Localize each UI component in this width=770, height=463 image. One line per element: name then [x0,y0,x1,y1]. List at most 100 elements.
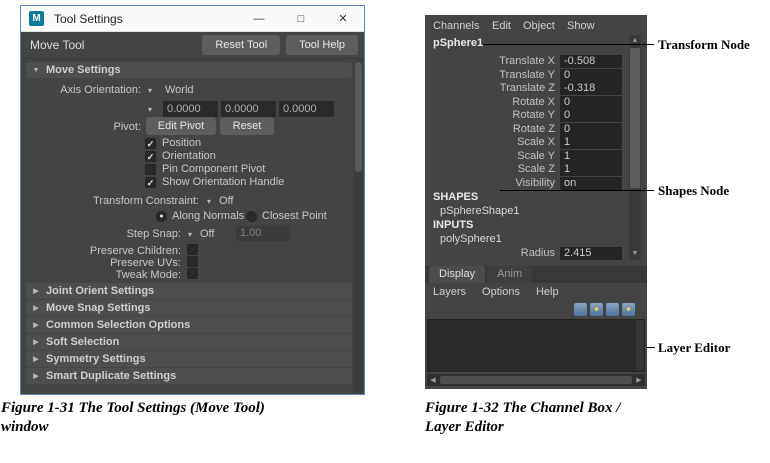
window-titlebar[interactable]: M Tool Settings — □ ✕ [21,6,364,32]
axis-x-field[interactable]: 0.0000 [163,101,218,117]
vertical-scrollbar[interactable] [354,60,363,393]
scroll-right-icon[interactable]: ▶ [633,376,645,384]
attribute-label: Rotate Z [425,123,555,135]
maximize-icon[interactable]: □ [280,6,322,31]
tool-settings-window: M Tool Settings — □ ✕ Move Tool Reset To… [20,5,365,395]
collapsed-arrow-icon: ▶ [26,321,46,329]
tab-anim[interactable]: Anim [487,266,532,283]
scroll-left-icon[interactable]: ◀ [427,376,439,384]
pivot-reset-button[interactable]: Reset [220,117,274,135]
screenshot-canvas: M Tool Settings — □ ✕ Move Tool Reset To… [0,0,770,463]
menu-options[interactable]: Options [482,286,520,298]
scrollbar-thumb[interactable] [440,376,632,384]
axis-y-field[interactable]: 0.0000 [221,101,276,117]
attribute-label: Visibility [425,177,555,189]
attribute-value-field[interactable]: 1 [560,150,622,163]
attribute-value-field[interactable]: -0.508 [560,55,622,68]
attribute-value-field[interactable]: 0 [560,109,622,122]
move-layer-down-icon[interactable]: ✦ [590,303,603,316]
axis-orientation-value[interactable]: World [165,84,194,96]
smart-duplicate-settings-header[interactable]: ▶ Smart Duplicate Settings [26,368,352,384]
orientation-checkbox[interactable]: ✓ [145,151,156,162]
along-normals-label: Along Normals [172,210,244,222]
transform-node-name[interactable]: pSphere1 [433,37,483,49]
menu-show[interactable]: Show [567,20,595,32]
tab-display[interactable]: Display [429,266,485,283]
input-node-name[interactable]: polySphere1 [440,233,502,245]
attribute-row: Rotate Y 0 [425,109,647,122]
attribute-value-field[interactable]: 0 [560,96,622,109]
symmetry-settings-header[interactable]: ▶ Symmetry Settings [26,351,352,367]
collapsed-arrow-icon: ▶ [26,372,46,380]
preserve-children-checkbox[interactable] [187,244,198,255]
pin-component-pivot-checkbox[interactable] [145,164,156,175]
attribute-value-field[interactable]: -0.318 [560,82,622,95]
chevron-down-icon[interactable]: ▾ [188,230,192,239]
shape-node-name[interactable]: pSphereShape1 [440,205,520,217]
attribute-label: Scale Y [425,150,555,162]
attribute-value-field[interactable]: 1 [560,136,622,149]
menu-channels[interactable]: Channels [433,20,479,32]
scrollbar-track[interactable] [439,375,633,385]
attribute-label: Rotate Y [425,109,555,121]
caption-line: window [1,418,265,437]
attribute-value-field[interactable]: on [560,177,622,190]
soft-selection-header[interactable]: ▶ Soft Selection [26,334,352,350]
attribute-row: Scale Z 1 [425,163,647,176]
radius-value-field[interactable]: 2.415 [560,247,622,260]
chevron-down-icon[interactable]: ▾ [207,197,211,206]
move-layer-up-icon[interactable] [574,303,587,316]
chevron-down-icon[interactable]: ▾ [148,105,152,114]
menu-help[interactable]: Help [536,286,559,298]
close-icon[interactable]: ✕ [322,6,364,31]
attribute-value-field[interactable]: 1 [560,163,622,176]
attribute-label: Translate Z [425,82,555,94]
tool-help-button[interactable]: Tool Help [286,35,358,55]
minimize-icon[interactable]: — [238,6,280,31]
edit-pivot-button[interactable]: Edit Pivot [146,117,216,135]
tweak-mode-checkbox[interactable] [187,268,198,279]
attribute-value-field[interactable]: 0 [560,123,622,136]
reset-tool-button[interactable]: Reset Tool [202,35,280,55]
radius-label: Radius [425,247,555,259]
channel-box-scrollbar[interactable]: ▲ ▼ [629,35,641,260]
closest-point-radio[interactable] [246,211,257,222]
joint-orient-settings-header[interactable]: ▶ Joint Orient Settings [26,283,352,299]
transform-constraint-value[interactable]: Off [219,195,233,207]
window-title: Tool Settings [54,12,123,26]
layer-list-scrollbar[interactable] [636,320,644,371]
closest-point-label: Closest Point [262,210,327,222]
show-orientation-handle-checkbox[interactable]: ✓ [145,177,156,188]
scrollbar-thumb[interactable] [355,62,362,172]
scrollbar-thumb[interactable] [630,48,640,188]
transform-constraint-label: Transform Constraint: [31,195,199,207]
collapsed-arrow-icon: ▶ [26,338,46,346]
scroll-up-icon[interactable]: ▲ [629,35,641,47]
section-title: Move Settings [46,64,121,76]
new-layer-from-selected-icon[interactable]: ✦ [622,303,635,316]
scroll-down-icon[interactable]: ▼ [629,248,641,260]
position-checkbox[interactable]: ✓ [145,138,156,149]
move-snap-settings-header[interactable]: ▶ Move Snap Settings [26,300,352,316]
axis-z-field[interactable]: 0.0000 [279,101,334,117]
along-normals-radio[interactable]: ● [156,211,167,222]
tool-settings-toolbar: Move Tool Reset Tool Tool Help [21,32,364,59]
attribute-row: Rotate X 0 [425,96,647,109]
menu-layers[interactable]: Layers [433,286,466,298]
layer-list-area[interactable] [427,319,645,372]
move-settings-section-header[interactable]: ▼ Move Settings [26,62,352,78]
preserve-uvs-checkbox[interactable] [187,256,198,267]
new-empty-layer-icon[interactable] [606,303,619,316]
step-snap-field[interactable]: 1.00 [236,226,290,241]
section-title: Soft Selection [46,336,119,348]
attribute-value-field[interactable]: 0 [560,69,622,82]
menu-object[interactable]: Object [523,20,555,32]
shapes-header: SHAPES [433,191,478,203]
caption-line: Figure 1-32 The Channel Box / [425,399,620,418]
step-snap-value[interactable]: Off [200,228,214,240]
common-selection-options-header[interactable]: ▶ Common Selection Options [26,317,352,333]
chevron-down-icon[interactable]: ▾ [148,86,152,95]
channel-box-panel: Channels Edit Object Show pSphere1 Trans… [425,15,647,389]
menu-edit[interactable]: Edit [492,20,511,32]
horizontal-scrollbar[interactable]: ◀ ▶ [427,374,645,386]
